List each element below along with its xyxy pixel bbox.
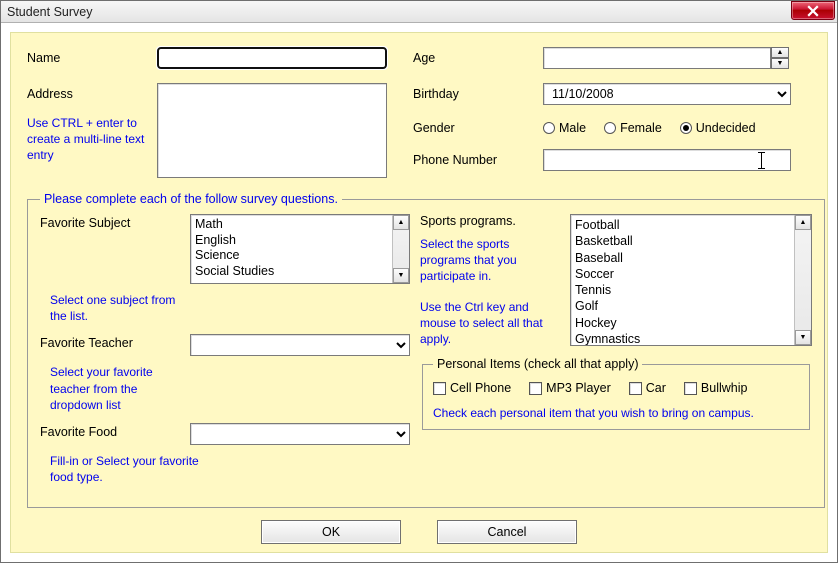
age-input[interactable] [543, 47, 771, 69]
age-spinner: ▲ ▼ [771, 47, 789, 69]
gender-radio-undecided-label: Undecided [696, 121, 756, 135]
scroll-down-button[interactable]: ▼ [393, 268, 409, 283]
list-item[interactable]: Tennis [575, 282, 790, 298]
form-background: Name Address Use CTRL + enter to create … [10, 32, 828, 553]
list-item[interactable]: Gymnastics [575, 331, 790, 345]
sports-list-items: Football Basketball Baseball Soccer Tenn… [571, 215, 794, 345]
scrollbar[interactable]: ▲ ▼ [794, 215, 811, 345]
age-spinner-down[interactable]: ▼ [771, 58, 789, 69]
list-item[interactable]: Soccer [575, 266, 790, 282]
text-cursor-icon [761, 152, 762, 169]
list-item[interactable]: Hockey [575, 315, 790, 331]
gender-radio-male-label: Male [559, 121, 586, 135]
age-spinner-up[interactable]: ▲ [771, 47, 789, 58]
phone-label: Phone Number [413, 149, 543, 167]
close-icon [807, 5, 819, 17]
personal-items-hint: Check each personal item that you wish t… [433, 405, 799, 421]
scroll-down-button[interactable]: ▼ [795, 330, 811, 345]
list-item[interactable]: Social Studies [195, 264, 388, 280]
checkbox-label: MP3 Player [546, 381, 611, 395]
list-item[interactable]: English [195, 233, 388, 249]
ok-button[interactable]: OK [261, 520, 401, 544]
gender-radio-female[interactable]: Female [604, 121, 662, 135]
checkbox-icon [529, 382, 542, 395]
survey-legend: Please complete each of the follow surve… [40, 192, 342, 206]
survey-fieldset: Please complete each of the follow surve… [27, 192, 825, 508]
address-hint: Use CTRL + enter to create a multi-line … [27, 115, 147, 164]
dialog-button-row: OK Cancel [27, 508, 811, 544]
close-button[interactable] [791, 1, 835, 20]
list-item[interactable]: Baseball [575, 250, 790, 266]
favorite-teacher-label: Favorite Teacher [40, 334, 190, 356]
gender-radio-group: Male Female Undecided [543, 117, 756, 135]
sports-hint-2: Use the Ctrl key and mouse to select all… [420, 299, 560, 348]
list-item[interactable]: Golf [575, 298, 790, 314]
birthday-label: Birthday [413, 83, 543, 101]
scroll-up-button[interactable]: ▲ [795, 215, 811, 230]
radio-icon [680, 122, 692, 134]
list-item[interactable]: Math [195, 217, 388, 233]
list-item[interactable]: Football [575, 217, 790, 233]
client-area: Name Address Use CTRL + enter to create … [2, 24, 836, 561]
sports-label: Sports programs. [420, 214, 570, 228]
personal-items-legend: Personal Items (check all that apply) [433, 357, 642, 371]
checkbox-label: Car [646, 381, 666, 395]
dialog-window: Student Survey Name Address Use CTRL + e… [0, 0, 838, 563]
title-bar: Student Survey [1, 1, 837, 23]
age-label: Age [413, 47, 543, 65]
cancel-button[interactable]: Cancel [437, 520, 577, 544]
name-label: Name [27, 47, 157, 65]
scrollbar[interactable]: ▲ ▼ [392, 215, 409, 283]
address-label: Address [27, 87, 157, 101]
sports-hint-1: Select the sports programs that you part… [420, 236, 560, 285]
favorite-subject-hint: Select one subject from the list. [40, 288, 190, 334]
window-title: Student Survey [7, 5, 92, 19]
radio-icon [543, 122, 555, 134]
sports-listbox[interactable]: Football Basketball Baseball Soccer Tenn… [570, 214, 812, 346]
checkbox-icon [629, 382, 642, 395]
scroll-up-button[interactable]: ▲ [393, 215, 409, 230]
gender-radio-undecided[interactable]: Undecided [680, 121, 756, 135]
subject-list-items: Math English Science Social Studies [191, 215, 392, 283]
radio-icon [604, 122, 616, 134]
favorite-teacher-select[interactable] [190, 334, 410, 356]
list-item[interactable]: Basketball [575, 233, 790, 249]
checkbox-icon [684, 382, 697, 395]
address-input[interactable] [157, 83, 387, 178]
list-item[interactable]: Science [195, 248, 388, 264]
favorite-subject-label: Favorite Subject [40, 214, 190, 284]
favorite-food-hint: Fill-in or Select your favorite food typ… [40, 449, 210, 495]
checkbox-label: Bullwhip [701, 381, 748, 395]
checkbox-label: Cell Phone [450, 381, 511, 395]
gender-label: Gender [413, 117, 543, 135]
personal-items-fieldset: Personal Items (check all that apply) Ce… [422, 357, 810, 430]
checkbox-icon [433, 382, 446, 395]
checkbox-bullwhip[interactable]: Bullwhip [684, 381, 748, 395]
favorite-subject-listbox[interactable]: Math English Science Social Studies ▲ ▼ [190, 214, 410, 284]
favorite-food-select[interactable] [190, 423, 410, 445]
birthday-select[interactable]: 11/10/2008 [543, 83, 791, 105]
favorite-food-label: Favorite Food [40, 423, 190, 445]
gender-radio-female-label: Female [620, 121, 662, 135]
name-input[interactable] [157, 47, 387, 69]
favorite-teacher-hint: Select your favorite teacher from the dr… [40, 360, 190, 423]
phone-input[interactable] [543, 149, 791, 171]
gender-radio-male[interactable]: Male [543, 121, 586, 135]
checkbox-car[interactable]: Car [629, 381, 666, 395]
checkbox-mp3-player[interactable]: MP3 Player [529, 381, 611, 395]
checkbox-cell-phone[interactable]: Cell Phone [433, 381, 511, 395]
